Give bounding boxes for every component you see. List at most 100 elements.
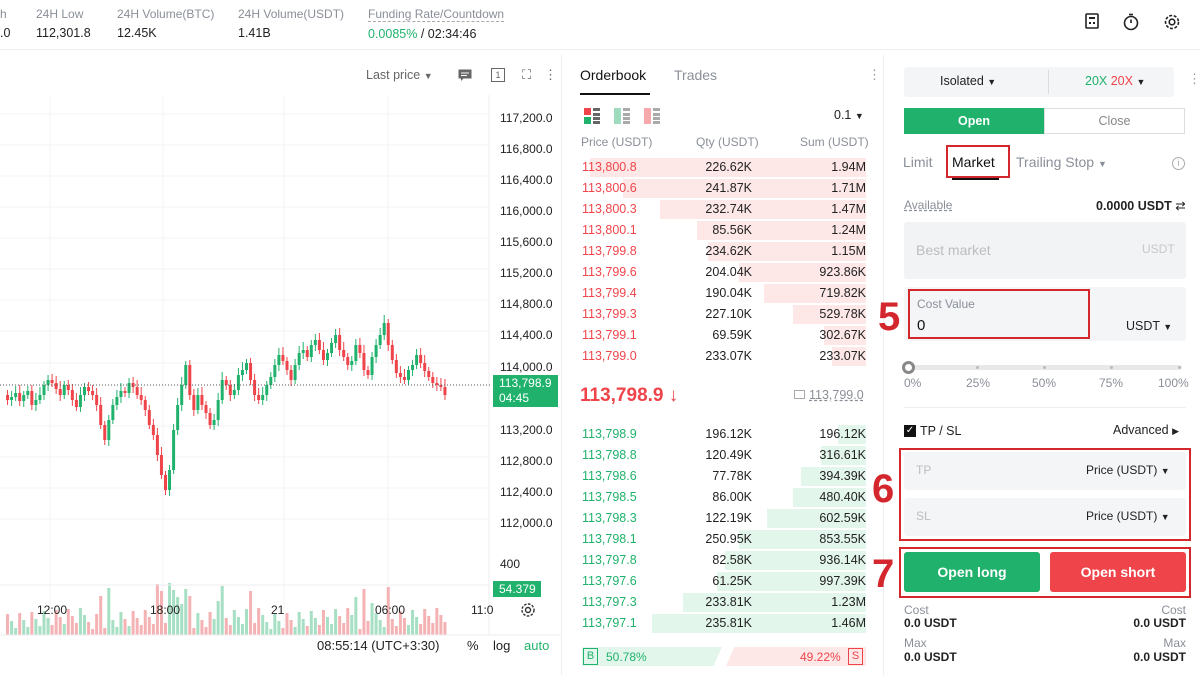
timer-icon[interactable]	[1121, 13, 1141, 33]
row-sum: 529.78K	[819, 307, 866, 321]
precision-dropdown[interactable]: 0.1 ▼	[834, 108, 864, 122]
advanced-link[interactable]: Advanced ▶	[1113, 423, 1179, 437]
bid-row[interactable]: 113,798.3 122.19K 602.59K	[566, 508, 884, 529]
ask-row[interactable]: 113,799.0 233.07K 233.07K	[566, 346, 884, 367]
view-both-icon[interactable]	[584, 108, 600, 127]
annotation-box-market	[946, 145, 1010, 178]
price-type-dropdown[interactable]: Last price ▼	[366, 68, 433, 82]
ask-row[interactable]: 113,800.3 232.74K 1.47M	[566, 199, 884, 220]
volume-bar	[188, 596, 192, 635]
tpsl-checkbox[interactable]: ✓	[904, 425, 916, 437]
order-type-trailing-stop[interactable]: Trailing Stop ▼	[1016, 154, 1107, 170]
calculator-icon[interactable]	[1082, 13, 1102, 33]
bid-row[interactable]: 113,797.8 82.58K 936.14K	[566, 550, 884, 571]
tab-trades[interactable]: Trades	[674, 67, 717, 83]
slider-step-label[interactable]: 75%	[1099, 376, 1123, 390]
bid-row[interactable]: 113,798.9 196.12K 196.12K	[566, 424, 884, 445]
ask-row[interactable]: 113,800.1 85.56K 1.24M	[566, 220, 884, 241]
best-market-unit: USDT	[1142, 242, 1175, 256]
amount-slider-handle[interactable]	[902, 361, 915, 374]
bid-row[interactable]: 113,798.1 250.95K 853.55K	[566, 529, 884, 550]
settings-gear-icon[interactable]	[1162, 13, 1182, 33]
candle-body	[289, 370, 293, 380]
chart-settings-icon[interactable]	[520, 602, 536, 621]
chart-menu-icon[interactable]: ⋮	[544, 67, 557, 83]
log-scale-toggle[interactable]: log	[493, 638, 510, 653]
panel-menu-icon[interactable]: ⋮	[868, 67, 881, 83]
row-qty: 196.12K	[705, 427, 752, 441]
candle-body	[370, 357, 374, 375]
open-long-button[interactable]: Open long	[904, 552, 1040, 592]
row-sum: 480.40K	[819, 490, 866, 504]
time-axis-tick: 12:00	[37, 603, 68, 617]
tab-orderbook[interactable]: Orderbook	[580, 67, 646, 83]
transfer-icon[interactable]: ⇄	[1175, 199, 1185, 213]
comment-icon[interactable]	[458, 69, 472, 84]
candlestick-chart[interactable]	[0, 95, 562, 675]
volume-bar	[330, 624, 334, 635]
tp-unit-dropdown[interactable]: Price (USDT) ▼	[1086, 463, 1170, 477]
ask-row[interactable]: 113,799.8 234.62K 1.15M	[566, 241, 884, 262]
slider-step-dot[interactable]	[1110, 366, 1113, 369]
slider-step-label[interactable]: 50%	[1032, 376, 1056, 390]
row-sum: 936.14K	[819, 553, 866, 567]
order-type-limit[interactable]: Limit	[903, 154, 933, 170]
tab-open[interactable]: Open	[904, 108, 1044, 134]
bid-row[interactable]: 113,797.1 235.81K 1.46M	[566, 613, 884, 634]
candle-body	[188, 365, 192, 395]
bid-row[interactable]: 113,797.3 233.81K 1.23M	[566, 592, 884, 613]
volume-bar	[14, 628, 18, 635]
ask-row[interactable]: 113,800.6 241.87K 1.71M	[566, 178, 884, 199]
form-menu-icon[interactable]: ⋮	[1188, 71, 1200, 87]
slider-step-label[interactable]: 100%	[1158, 376, 1189, 390]
interval-one-icon[interactable]: 1	[491, 68, 505, 82]
cost-unit-dropdown[interactable]: USDT ▼	[1126, 319, 1172, 333]
tab-close[interactable]: Close	[1044, 108, 1185, 134]
slider-step-dot[interactable]	[1178, 366, 1181, 369]
leverage-dropdown[interactable]: 20X 20X ▼	[1085, 74, 1145, 88]
percent-scale-toggle[interactable]: %	[467, 638, 479, 653]
margin-mode-dropdown[interactable]: Isolated ▼	[940, 74, 996, 88]
bid-row[interactable]: 113,798.5 86.00K 480.40K	[566, 487, 884, 508]
candle-body	[382, 323, 386, 335]
price-axis-tick: 113,200.0	[500, 423, 553, 437]
candle-body	[301, 350, 305, 353]
candle-body	[374, 345, 378, 357]
volume-bar	[200, 620, 204, 635]
price-axis-tick: 112,000.0	[500, 516, 553, 530]
cost-value[interactable]: 0	[917, 317, 925, 334]
buy-ratio-bar	[582, 647, 722, 666]
volume-bar	[249, 591, 253, 635]
slider-step-dot[interactable]	[1043, 366, 1046, 369]
bid-row[interactable]: 113,797.6 61.25K 997.39K	[566, 571, 884, 592]
view-asks-icon[interactable]	[644, 108, 660, 127]
slider-step-dot[interactable]	[976, 366, 979, 369]
slider-step-label[interactable]: 25%	[966, 376, 990, 390]
ask-row[interactable]: 113,799.1 69.59K 302.67K	[566, 325, 884, 346]
sl-unit-dropdown[interactable]: Price (USDT) ▼	[1086, 509, 1170, 523]
candle-body	[313, 340, 317, 345]
open-short-button[interactable]: Open short	[1050, 552, 1186, 592]
row-qty: 85.56K	[712, 223, 752, 237]
ask-row[interactable]: 113,799.6 204.04K 923.86K	[566, 262, 884, 283]
view-bids-icon[interactable]	[614, 108, 630, 127]
candle-body	[346, 357, 350, 365]
ask-row[interactable]: 113,800.8 226.62K 1.94M	[566, 157, 884, 178]
slider-step-label[interactable]: 0%	[904, 376, 921, 390]
row-qty: 77.78K	[712, 469, 752, 483]
fullscreen-icon[interactable]: ⛶	[522, 67, 531, 83]
volume-bar	[236, 617, 240, 635]
info-icon[interactable]: i	[1172, 157, 1185, 170]
stat-funding-rate[interactable]: Funding Rate/Countdown 0.0085% / 02:34:4…	[368, 7, 505, 41]
chevron-down-icon: ▼	[423, 71, 433, 81]
candle-body	[257, 395, 261, 400]
ask-row[interactable]: 113,799.3 227.10K 529.78K	[566, 304, 884, 325]
candle-body	[111, 405, 115, 420]
volume-bar	[224, 618, 228, 635]
bid-row[interactable]: 113,798.6 77.78K 394.39K	[566, 466, 884, 487]
volume-bar	[415, 617, 419, 635]
auto-scale-toggle[interactable]: auto	[524, 638, 549, 653]
ask-row[interactable]: 113,799.4 190.04K 719.82K	[566, 283, 884, 304]
candle-body	[46, 380, 50, 385]
bid-row[interactable]: 113,798.8 120.49K 316.61K	[566, 445, 884, 466]
